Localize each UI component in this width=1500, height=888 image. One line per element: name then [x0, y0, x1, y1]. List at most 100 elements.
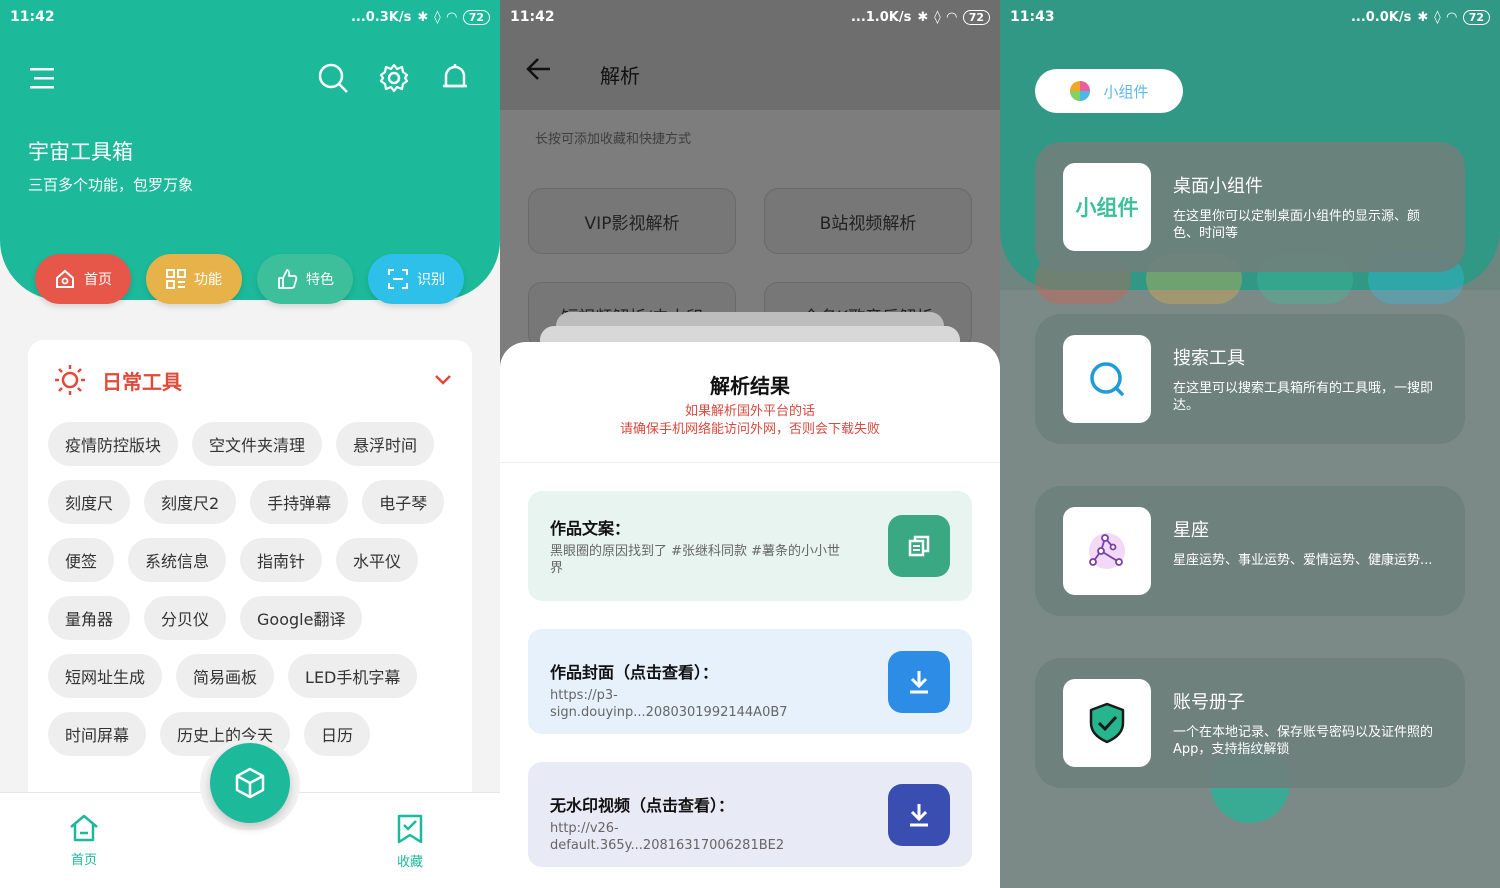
sun-icon: [55, 365, 85, 395]
tool-chip[interactable]: 便签: [48, 538, 115, 582]
tool-chip[interactable]: 系统信息: [128, 538, 227, 582]
result-video-card[interactable]: 无水印视频（点击查看）： http://v26-default.365y...2…: [528, 762, 972, 867]
home-icon: [70, 814, 98, 842]
tool-chip[interactable]: 短网址生成: [48, 654, 163, 698]
tool-chip[interactable]: 简易画板: [176, 654, 275, 698]
menu-icon[interactable]: [26, 60, 62, 96]
search-logo: [1063, 335, 1151, 423]
color-wheel-icon: [1070, 81, 1091, 101]
mute-icon: ◊: [934, 9, 941, 25]
status-time: 11:42: [10, 9, 55, 25]
nav-home[interactable]: 首页: [68, 813, 100, 868]
sheet-warning-1: 如果解析国外平台的话: [684, 404, 815, 419]
card-description: 星座运势、事业运势、爱情运势、健康运势...: [1173, 553, 1433, 568]
status-time: 11:43: [1010, 9, 1055, 25]
tool-chip[interactable]: Google翻译: [240, 596, 363, 640]
home-icon: [56, 269, 74, 288]
chevron-down-icon[interactable]: [434, 374, 452, 386]
mute-icon: ◊: [1434, 9, 1441, 25]
account-logo: [1063, 679, 1151, 767]
tool-chip[interactable]: LED手机字幕: [288, 654, 418, 698]
pill-scan-label: 识别: [417, 272, 445, 288]
bluetooth-icon: ✱: [917, 9, 929, 25]
pill-home-label: 首页: [84, 272, 112, 288]
nav-favorites[interactable]: 收藏: [396, 813, 424, 870]
back-arrow-icon[interactable]: [526, 56, 552, 82]
result-video-label: 无水印视频（点击查看）：: [550, 796, 735, 815]
copy-button[interactable]: [888, 515, 950, 577]
result-cover-value: https://p3-sign.douyinp...2080301992144A…: [550, 688, 788, 720]
tool-chip[interactable]: 刻度尺2: [144, 480, 237, 524]
bell-icon[interactable]: [437, 60, 473, 96]
pill-home[interactable]: 首页: [35, 254, 131, 304]
tool-chip[interactable]: 空文件夹清理: [192, 422, 323, 466]
search-icon: [1090, 362, 1124, 396]
tool-chip[interactable]: 时间屏幕: [48, 712, 147, 756]
tool-chip[interactable]: 量角器: [48, 596, 131, 640]
search-tool-card[interactable]: 搜索工具 在这里可以搜索工具箱所有的工具哦，一搜即达。: [1035, 314, 1465, 444]
horoscope-logo: [1063, 507, 1151, 595]
battery-indicator: 72: [462, 9, 490, 25]
nav-home-label: 首页: [70, 853, 97, 868]
card-description: 在这里可以搜索工具箱所有的工具哦，一搜即达。: [1173, 381, 1434, 413]
card-title: 账号册子: [1173, 692, 1245, 713]
scan-icon: [388, 269, 408, 289]
sheet-warning-2: 请确保手机网络能访问外网，否则会下载失败: [619, 422, 880, 437]
card-title: 搜索工具: [1173, 348, 1245, 369]
tool-chip[interactable]: 手持弹幕: [250, 480, 349, 524]
pill-special[interactable]: 特色: [257, 254, 353, 304]
tool-chip[interactable]: 分贝仪: [144, 596, 227, 640]
wifi-icon: ◠: [1446, 9, 1457, 25]
widget-logo: 小组件: [1063, 163, 1151, 251]
desktop-widget-card[interactable]: 小组件 桌面小组件 在这里你可以定制桌面小组件的显示源、颜色、时间等: [1035, 142, 1465, 272]
horoscope-card[interactable]: 星座 星座运势、事业运势、爱情运势、健康运势...: [1035, 486, 1465, 616]
result-cover-card[interactable]: 作品封面（点击查看）： https://p3-sign.douyinp...20…: [528, 629, 972, 734]
widget-logo-text: 小组件: [1075, 196, 1139, 220]
card-description: 在这里你可以定制桌面小组件的显示源、颜色、时间等: [1173, 209, 1421, 241]
result-video-value: http://v26-default.365y...20816317006281…: [550, 821, 785, 853]
status-bar: 11:42 ...0.3K/s ✱ ◊ ◠ 72: [0, 0, 500, 34]
nav-favorites-label: 收藏: [396, 855, 423, 870]
cube-icon: [235, 767, 265, 799]
gear-icon[interactable]: [376, 60, 412, 96]
widgets-pill-button[interactable]: 小组件: [1035, 69, 1183, 113]
battery-indicator: 72: [962, 9, 990, 25]
download-cover-button[interactable]: [888, 651, 950, 713]
center-action-button[interactable]: [210, 743, 290, 823]
bluetooth-icon: ✱: [1417, 9, 1429, 25]
tool-chip[interactable]: 水平仪: [336, 538, 419, 582]
shield-check-icon: [1089, 702, 1125, 744]
tool-chip[interactable]: 刻度尺: [48, 480, 131, 524]
tool-chip[interactable]: 指南针: [240, 538, 323, 582]
app-title: 宇宙工具箱: [28, 140, 133, 164]
network-speed: ...0.0K/s: [1350, 9, 1412, 25]
bilibili-parse-button[interactable]: B站视频解析: [764, 188, 972, 254]
status-bar: 11:42 ...1.0K/s ✱ ◊ ◠ 72: [500, 0, 1000, 34]
section-title: 日常工具: [102, 369, 182, 394]
tool-chip[interactable]: 日历: [304, 712, 371, 756]
pill-features[interactable]: 功能: [146, 254, 242, 304]
home-screen: 11:42 ...0.3K/s ✱ ◊ ◠ 72 宇宙工具箱 三百多个功能，包罗…: [0, 0, 500, 888]
vip-parse-button[interactable]: VIP影视解析: [528, 188, 736, 254]
section-header[interactable]: 日常工具: [54, 364, 452, 396]
page-title: 解析: [600, 64, 640, 88]
result-caption-card: 作品文案： 黑眼圈的原因找到了 #张继科同款 #薯条的小小世界: [528, 491, 972, 601]
wifi-icon: ◠: [946, 9, 957, 25]
app-subtitle: 三百多个功能，包罗万象: [28, 176, 194, 194]
status-bar: 11:43 ...0.0K/s ✱ ◊ ◠ 72: [1000, 0, 1500, 34]
download-video-button[interactable]: [888, 784, 950, 846]
divider: [500, 462, 1000, 463]
pill-scan[interactable]: 识别: [368, 254, 464, 304]
tool-chip[interactable]: 疫情防控版块: [48, 422, 179, 466]
hint-text: 长按可添加收藏和快捷方式: [535, 132, 692, 147]
status-time: 11:42: [510, 9, 555, 25]
search-icon[interactable]: [315, 60, 351, 96]
tool-chip[interactable]: 电子琴: [362, 480, 445, 524]
account-book-card[interactable]: 账号册子 一个在本地记录、保存账号密码以及证件照的App，支持指纹解锁: [1035, 658, 1465, 788]
download-icon: [910, 671, 928, 694]
sheet-title: 解析结果: [710, 374, 790, 398]
tool-chip[interactable]: 悬浮时间: [336, 422, 435, 466]
bluetooth-icon: ✱: [417, 9, 429, 25]
app-bar: 解析: [500, 34, 1000, 110]
widgets-menu-screen: 11:43 ...0.0K/s ✱ ◊ ◠ 72 小组件 小组件 桌面小组件 在…: [1000, 0, 1500, 888]
